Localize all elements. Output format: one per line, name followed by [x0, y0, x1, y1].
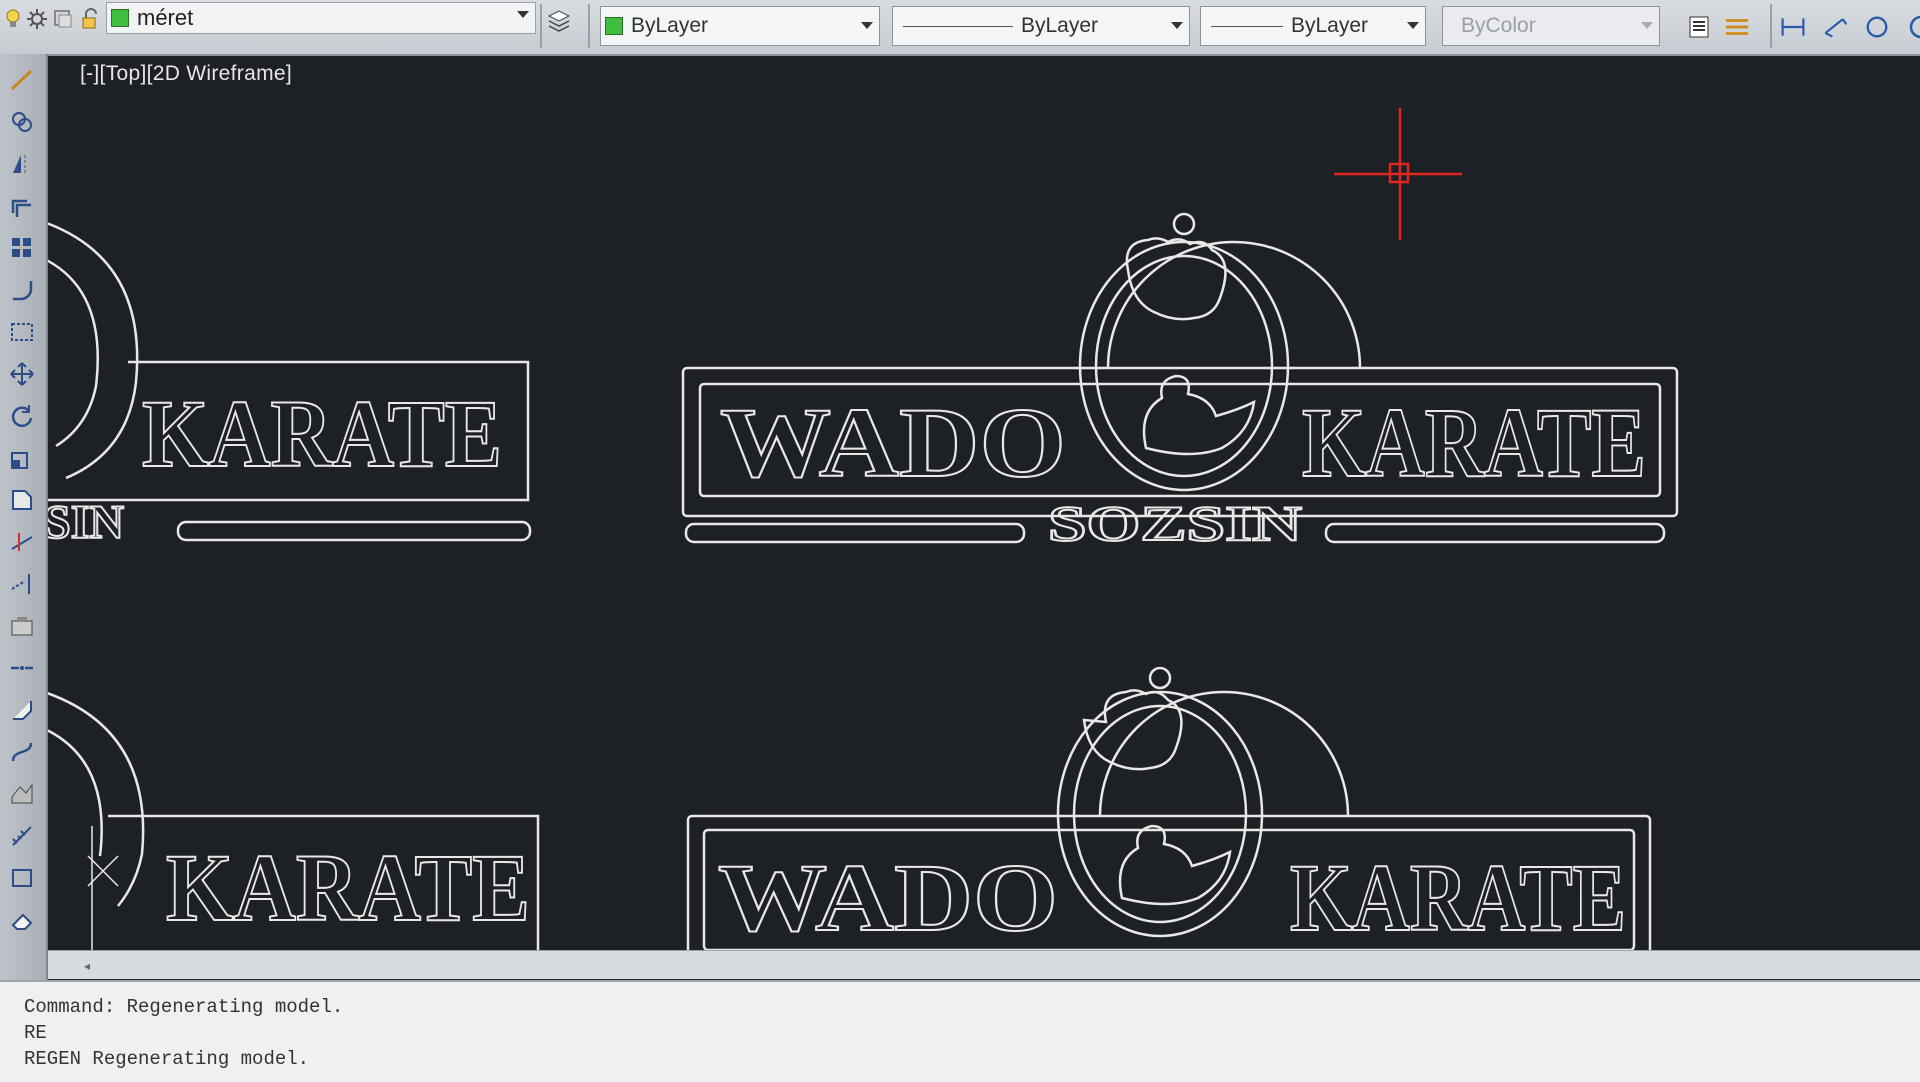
medallion-arc	[48, 692, 145, 907]
scale-tool-icon[interactable]	[6, 442, 38, 474]
viewport-label[interactable]: [-][Top][2D Wireframe]	[80, 62, 292, 86]
linetype-dropdown[interactable]: ByLayer	[892, 6, 1190, 46]
plotstyle-dropdown[interactable]: ByColor	[1442, 6, 1660, 46]
blend-tool-icon[interactable]	[6, 736, 38, 768]
array-tool-icon[interactable]	[6, 232, 38, 264]
construction-lines	[87, 826, 119, 950]
color-dropdown[interactable]: ByLayer	[600, 6, 880, 46]
copy-tool-icon[interactable]	[6, 106, 38, 138]
freeze-viewport-icon[interactable]	[50, 6, 76, 32]
sign-bar-right	[1324, 522, 1666, 544]
measure-tool-icon[interactable]	[6, 820, 38, 852]
toolbar-divider	[540, 4, 542, 48]
break-tool-icon[interactable]	[6, 610, 38, 642]
fist-icon	[1082, 689, 1183, 771]
sun-icon[interactable]	[24, 6, 50, 32]
lightbulb-icon[interactable]	[0, 6, 26, 32]
modify-toolbar	[0, 54, 48, 980]
join-tool-icon[interactable]	[6, 652, 38, 684]
lock-icon[interactable]	[78, 6, 104, 32]
arc-dimension-icon[interactable]	[1900, 14, 1920, 40]
medallion-ring	[48, 259, 100, 448]
lineweight-value: ByLayer	[1291, 14, 1369, 37]
karate-sign-top: WADO KARATE SOZSIN	[681, 212, 1679, 552]
command-history-line: Command: Regenerating model.	[24, 996, 344, 1018]
color-value: ByLayer	[631, 14, 709, 37]
dove-icon	[1142, 374, 1256, 456]
select-window-icon[interactable]	[6, 316, 38, 348]
fillet-tool-icon[interactable]	[6, 274, 38, 306]
medallion-hanger	[1148, 666, 1172, 690]
layer-states-icon[interactable]	[546, 8, 572, 34]
linear-dimension-icon[interactable]	[1780, 14, 1806, 40]
chevron-down-icon	[1171, 22, 1183, 29]
medallion-ring	[1056, 690, 1264, 938]
color-swatch	[605, 17, 623, 35]
rectangle-tool-icon[interactable]	[6, 862, 38, 894]
linetype-value: ByLayer	[1021, 14, 1099, 37]
karate-sign-left-top: KARATE SIN	[48, 222, 532, 550]
karate-sign-left-bottom: KARATE	[48, 692, 540, 950]
trim-tool-icon[interactable]	[6, 526, 38, 558]
sign-bar-right	[176, 520, 532, 542]
layer-name: méret	[137, 5, 194, 30]
sign-right-word: KARATE	[1290, 844, 1626, 950]
sign-right-word: KARATE	[142, 380, 502, 487]
linetype-preview	[903, 25, 1013, 27]
aligned-dimension-icon[interactable]	[1822, 14, 1848, 40]
sign-bar-left	[684, 522, 1026, 544]
move-tool-icon[interactable]	[6, 358, 38, 390]
medallion-hanger	[1172, 212, 1196, 236]
karate-sign-bottom: WADO KARATE	[686, 666, 1652, 950]
stretch-tool-icon[interactable]	[6, 484, 38, 516]
list-icon[interactable]	[1686, 14, 1712, 40]
layer-color-swatch	[111, 9, 129, 27]
lineweight-preview	[1211, 25, 1283, 27]
sign-left-word: WADO	[718, 844, 1058, 950]
medallion-inner-ring	[1094, 254, 1274, 478]
chevron-down-icon	[861, 22, 873, 29]
sign-sub-word: SOZSIN	[1048, 495, 1302, 551]
dove-icon	[1118, 824, 1232, 906]
match-properties-icon[interactable]	[1724, 14, 1750, 40]
drawing-canvas: WADO KARATE SOZSIN WADO KARATE KARATE SI…	[48, 108, 1679, 950]
chevron-down-icon	[1407, 22, 1419, 29]
medallion-ring	[48, 729, 103, 857]
explode-tool-icon[interactable]	[6, 778, 38, 810]
crosshair-cursor	[1334, 108, 1462, 240]
erase-tool-icon[interactable]	[6, 904, 38, 936]
command-history-line: REGEN Regenerating model.	[24, 1048, 310, 1070]
chevron-down-icon	[1641, 22, 1653, 29]
mirror-tool-icon[interactable]	[6, 148, 38, 180]
horizontal-scrollbar[interactable]: ◂	[48, 950, 1920, 979]
sign-sub-word: SIN	[48, 496, 124, 549]
chamfer-tool-icon[interactable]	[6, 694, 38, 726]
properties-toolbar: méret ByLayer ByLayer ByLayer ByColor	[0, 0, 1920, 56]
layer-dropdown[interactable]: méret	[106, 2, 536, 34]
fist-icon	[1125, 237, 1227, 321]
rotate-tool-icon[interactable]	[6, 400, 38, 432]
offset-tool-icon[interactable]	[6, 190, 38, 222]
line-tool-icon[interactable]	[6, 64, 38, 96]
command-history-line: RE	[24, 1022, 47, 1044]
lineweight-dropdown[interactable]: ByLayer	[1200, 6, 1426, 46]
toolbar-divider	[1770, 4, 1772, 48]
scroll-left-icon[interactable]: ◂	[84, 959, 90, 973]
medallion-arc	[48, 222, 139, 480]
drawing-viewport[interactable]: [-][Top][2D Wireframe] WADO KARATE SOZSI…	[48, 56, 1920, 950]
command-line-panel[interactable]: Command: Regenerating model. RE REGEN Re…	[0, 980, 1920, 1082]
extend-tool-icon[interactable]	[6, 568, 38, 600]
circle-dimension-icon[interactable]	[1864, 14, 1890, 40]
chevron-down-icon	[517, 11, 529, 18]
sign-right-word: KARATE	[166, 834, 530, 941]
plotstyle-value: ByColor	[1461, 14, 1536, 37]
toolbar-divider	[588, 4, 590, 48]
medallion-arc	[1106, 240, 1362, 369]
sign-left-word: WADO	[720, 387, 1066, 498]
sign-right-word: KARATE	[1302, 387, 1646, 498]
